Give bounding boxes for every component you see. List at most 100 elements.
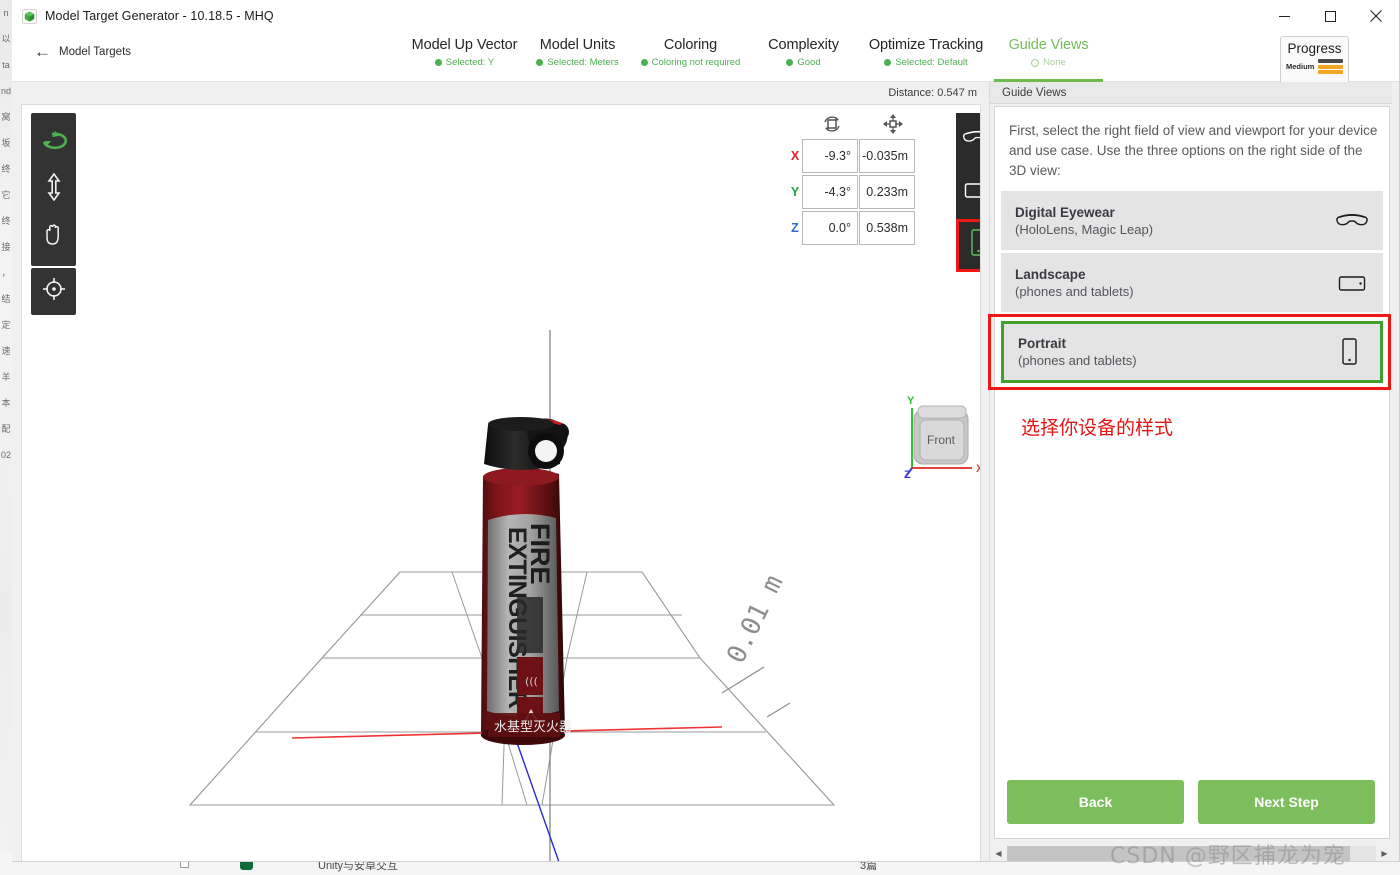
cube-face-label: Front [927,433,956,447]
translation-input-z[interactable]: 0.538m [859,211,915,245]
distance-readout: Distance: 0.547 m [12,82,989,104]
distance-value: 0.547 m [937,87,977,99]
window-controls [1261,0,1399,32]
portrait-icon [968,228,980,263]
grid-dimension-side: 0.01 m [721,571,789,669]
tab-status: None [992,57,1105,68]
status-dot-icon [786,59,794,66]
status-dot-icon [1031,58,1040,67]
status-dot-icon [536,59,544,66]
rotation-input-z[interactable]: 0.0° [802,211,858,245]
rotate-tool-button[interactable] [31,119,76,166]
back-button[interactable]: Back [1007,780,1184,824]
guide-panel-header: Guide Views [990,82,1392,104]
tab-status: Selected: Default [860,57,992,68]
window-title: Model Target Generator - 10.18.5 - MHQ [45,9,274,23]
back-arrow-icon: ← [34,42,51,61]
pan-tool-button[interactable] [31,213,76,260]
option-title: Portrait [1018,336,1067,351]
close-button[interactable] [1353,0,1399,32]
3d-viewport[interactable]: 0.08 m 0.01 m [21,104,981,861]
portrait-icon [1332,337,1366,367]
guide-panel-card: First, select the right field of view an… [988,106,1391,839]
tab-guide-views[interactable]: Guide Views None [992,32,1105,82]
vertical-arrows-icon [46,172,62,206]
svg-text:(((: ((( [525,675,538,688]
translation-input-x[interactable]: -0.035m [859,139,915,173]
app-icon [21,8,37,24]
option-title: Landscape [1015,266,1086,282]
tab-model-up-vector[interactable]: Model Up Vector Selected: Y [408,32,521,82]
tab-coloring[interactable]: Coloring Coloring not required [634,32,747,82]
next-step-button[interactable]: Next Step [1198,780,1375,824]
device-eyewear-button[interactable] [956,113,980,166]
fire-extinguisher-model: FIRE EXTINGUISHER ((( 水基型灭火器 [481,417,572,745]
steps-bar: ← Model Targets Model Up Vector Selected… [12,32,1399,84]
back-link-label: Model Targets [59,45,132,58]
transform-panel: X -9.3° -0.035m Y -4.3° 0.233m Z 0.0° 0.… [788,113,923,246]
transform-row-z: Z 0.0° 0.538m [788,210,923,246]
device-landscape-button[interactable] [956,166,980,219]
scroll-left-arrow-icon[interactable]: ◀ [990,849,1007,858]
translation-input-y[interactable]: 0.233m [859,175,915,209]
maximize-button[interactable] [1307,0,1353,32]
scale-tool-button[interactable] [31,166,76,213]
device-view-strip [956,113,980,272]
landscape-icon [964,180,980,205]
progress-bars [1318,59,1343,74]
background-left-strip: n 以 ta nd 窝坂终它终接，结定速羊本配 02 [0,0,12,875]
option-digital-eyewear[interactable]: Digital Eyewear (HoloLens, Magic Leap) [1001,191,1383,253]
recenter-tool-button[interactable] [31,268,76,315]
viewport-column: Distance: 0.547 m 0.01 m FIRE (((水基型灭火器… [12,82,989,861]
target-icon [42,277,66,306]
transform-row-x: X -9.3° -0.035m [788,138,923,174]
tab-status: Coloring not required [634,57,747,68]
guide-views-panel: Guide Views First, select the right fiel… [988,82,1393,861]
tab-title: Coloring [663,37,718,53]
option-portrait[interactable]: Portrait (phones and tablets) [1001,321,1383,383]
option-subtitle: (phones and tablets) [1018,353,1137,368]
minimize-button[interactable] [1261,0,1307,32]
device-portrait-button[interactable] [956,219,980,272]
axis-label-x: X [790,149,800,163]
status-dot-icon [884,59,892,66]
application-window: Model Target Generator - 10.18.5 - MHQ ←… [12,0,1400,862]
guide-intro-text: First, select the right field of view an… [1009,123,1378,178]
tab-title: Model Up Vector [411,37,518,53]
back-to-model-targets-link[interactable]: ← Model Targets [34,43,131,60]
cube-y-label: Y [907,395,915,407]
cube-x-label: X [976,463,981,475]
title-bar: Model Target Generator - 10.18.5 - MHQ [12,0,1399,32]
tab-model-units[interactable]: Model Units Selected: Meters [521,32,634,82]
scrollbar-thumb[interactable] [1007,846,1351,861]
status-dot-icon [434,59,442,66]
option-subtitle: (phones and tablets) [1015,283,1134,299]
horizontal-scrollbar[interactable]: ◀ ▶ [990,845,1393,861]
tab-title: Optimize Tracking [868,37,984,53]
tab-optimize-tracking[interactable]: Optimize Tracking Selected: Default [860,32,992,82]
transform-row-y: Y -4.3° 0.233m [788,174,923,210]
progress-level-label: Medium [1286,62,1315,71]
hand-icon [42,221,66,252]
progress-indicator[interactable]: Progress Medium [1280,36,1349,84]
option-landscape[interactable]: Landscape (phones and tablets) [1001,253,1383,315]
viewport-tool-rail [31,113,76,266]
rotate-object-icon [802,113,863,138]
tab-title: Model Units [539,37,616,53]
tab-complexity[interactable]: Complexity Good [747,32,860,82]
scroll-right-arrow-icon[interactable]: ▶ [1376,849,1393,858]
navigation-cube[interactable]: Y X Z Front [898,392,981,481]
progress-title: Progress [1287,41,1342,56]
step-tabs: Model Up Vector Selected: Y Model Units … [408,32,1105,82]
axis-label-y: Y [790,185,800,199]
cube-z-label: Z [904,469,911,478]
svg-text:水基型灭火器: 水基型灭火器 [494,720,572,735]
transform-headers [788,113,923,138]
rotation-input-y[interactable]: -4.3° [802,175,858,209]
guide-button-row: Back Next Step [1007,780,1375,824]
rotation-input-x[interactable]: -9.3° [802,139,858,173]
option-title: Digital Eyewear [1015,204,1115,220]
distance-label: Distance: [888,87,935,99]
axis-label-z: Z [791,221,799,235]
scrollbar-track[interactable] [1007,846,1376,861]
